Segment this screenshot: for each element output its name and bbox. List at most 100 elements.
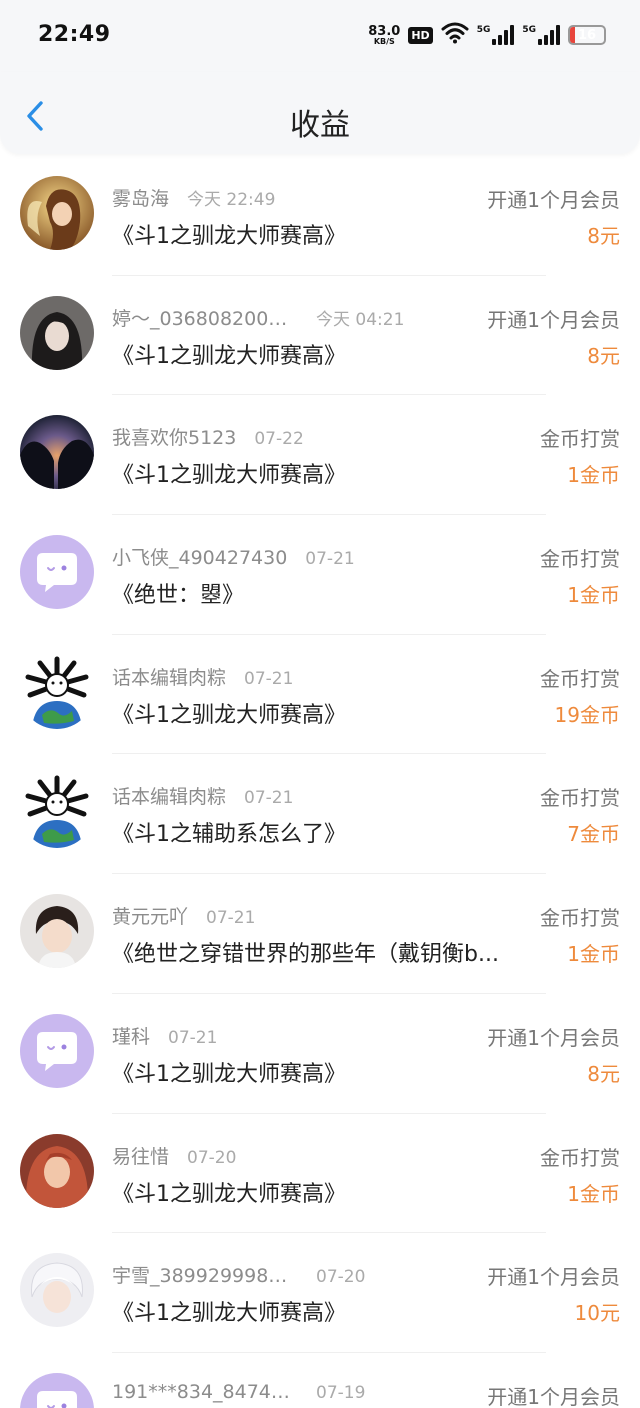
earnings-row[interactable]: 话本编辑肉粽 07-21 《斗1之辅助系怎么了》 金币打赏 7金币 <box>0 754 640 875</box>
status-indicators: 83.0 KB/S HD 5G 5G 16 <box>368 22 606 48</box>
earnings-row[interactable]: 雾岛海 今天 22:49 《斗1之驯龙大师赛高》 开通1个月会员 8元 <box>0 156 640 276</box>
user-name[interactable]: 191***834_84743... <box>112 1381 298 1403</box>
earnings-row[interactable]: 黄元元吖 07-21 《绝世之穿错世界的那些年（戴钥衡b... 金币打赏 1金币 <box>0 874 640 994</box>
earning-type: 金币打赏 <box>540 906 620 931</box>
sim1-network-label: 5G <box>476 25 491 35</box>
earnings-row[interactable]: 我喜欢你5123 07-22 《斗1之驯龙大师赛高》 金币打赏 1金币 <box>0 395 640 516</box>
book-title: 《绝世之穿错世界的那些年（戴钥衡b... <box>112 942 499 968</box>
record-time: 07-20 <box>316 1267 366 1288</box>
default-chat-bubble-avatar[interactable] <box>20 1013 94 1088</box>
record-time: 07-20 <box>187 1147 237 1168</box>
record-time: 今天 04:21 <box>316 309 405 330</box>
network-speed-value: 83.0 <box>368 23 401 39</box>
child-portrait-avatar[interactable] <box>20 894 94 969</box>
globe-dog-avatar[interactable] <box>20 774 94 849</box>
earnings-row[interactable]: 易往惜 07-20 《斗1之驯龙大师赛高》 金币打赏 1金币 <box>0 1114 640 1234</box>
earnings-row[interactable]: 小飞侠_490427430 07-21 《绝世：曌》 金币打赏 1金币 <box>0 515 640 635</box>
wifi-icon <box>441 22 469 48</box>
battery-icon: 16 <box>568 25 606 45</box>
user-name[interactable]: 婷～_0368082005... <box>112 304 298 331</box>
name-line: 易往惜 07-20 <box>112 1142 490 1169</box>
name-line: 瑾科 07-21 <box>112 1022 490 1049</box>
globe-dog-avatar-image <box>20 654 94 729</box>
user-name[interactable]: 我喜欢你5123 <box>112 423 236 450</box>
record-time: 07-21 <box>206 908 256 929</box>
record-time: 今天 22:49 <box>187 190 276 210</box>
sim2-signal-icon: 5G <box>522 25 560 45</box>
earning-amount: 1金币 <box>567 463 620 488</box>
earnings-row[interactable]: 宇雪_3899299982... 07-20 《斗1之驯龙大师赛高》 开通1个月… <box>0 1233 640 1353</box>
earnings-list: 雾岛海 今天 22:49 《斗1之驯龙大师赛高》 开通1个月会员 8元 婷～_0… <box>0 156 640 1408</box>
silhouette-couple-avatar[interactable] <box>20 415 94 490</box>
default-chat-bubble-avatar-image <box>20 1013 94 1088</box>
earning-amount: 8元 <box>587 1061 620 1086</box>
name-line: 黄元元吖 07-21 <box>112 902 490 929</box>
user-name[interactable]: 黄元元吖 <box>112 902 188 929</box>
book-title: 《斗1之驯龙大师赛高》 <box>112 702 346 728</box>
globe-dog-avatar-image <box>20 774 94 849</box>
book-title: 《斗1之驯龙大师赛高》 <box>112 1181 346 1207</box>
child-portrait-avatar-image <box>20 894 94 969</box>
book-title: 《斗1之驯龙大师赛高》 <box>112 463 346 489</box>
user-name[interactable]: 易往惜 <box>112 1142 169 1169</box>
battery-level: 16 <box>577 27 597 43</box>
record-time: 07-22 <box>254 429 304 450</box>
earning-type: 金币打赏 <box>540 1145 620 1170</box>
white-hair-boy-avatar-image <box>20 1253 94 1328</box>
dark-hair-girl-avatar[interactable] <box>20 295 94 370</box>
name-line: 小飞侠_490427430 07-21 <box>112 543 490 570</box>
globe-dog-avatar[interactable] <box>20 654 94 729</box>
network-speed: 83.0 KB/S <box>368 25 400 46</box>
name-line: 话本编辑肉粽 07-21 <box>112 782 490 809</box>
user-name[interactable]: 小飞侠_490427430 <box>112 543 287 570</box>
earning-amount: 19金币 <box>554 702 620 727</box>
default-chat-bubble-avatar[interactable] <box>20 1372 94 1408</box>
fairy-girl-avatar[interactable] <box>20 176 94 250</box>
red-hair-girl-avatar[interactable] <box>20 1133 94 1208</box>
earning-amount: 1金币 <box>567 583 620 608</box>
earning-type: 金币打赏 <box>540 547 620 572</box>
user-name[interactable]: 雾岛海 <box>112 184 169 211</box>
default-chat-bubble-avatar-image <box>20 1372 94 1408</box>
earning-type: 开通1个月会员 <box>487 188 620 212</box>
earning-amount: 10元 <box>574 1301 620 1326</box>
default-chat-bubble-avatar[interactable] <box>20 535 94 610</box>
book-title: 《绝世：曌》 <box>112 583 245 609</box>
book-title: 《斗1之驯龙大师赛高》 <box>112 343 346 369</box>
status-bar: 22:49 83.0 KB/S HD 5G 5G 16 <box>0 0 640 72</box>
earnings-row[interactable]: 婷～_0368082005... 今天 04:21 《斗1之驯龙大师赛高》 开通… <box>0 276 640 396</box>
earning-type: 金币打赏 <box>540 786 620 811</box>
name-line: 话本编辑肉粽 07-21 <box>112 663 490 690</box>
hd-voice-badge: HD <box>408 26 433 44</box>
record-time: 07-19 <box>316 1382 366 1403</box>
name-line: 雾岛海 今天 22:49 <box>112 184 490 211</box>
user-name[interactable]: 宇雪_3899299982... <box>112 1261 298 1288</box>
earnings-row[interactable]: 瑾科 07-21 《斗1之驯龙大师赛高》 开通1个月会员 8元 <box>0 994 640 1114</box>
book-title: 《斗1之驯龙大师赛高》 <box>112 224 346 249</box>
book-title: 《斗1之辅助系怎么了》 <box>112 822 346 848</box>
page-title: 收益 <box>290 108 350 143</box>
earning-amount: 7金币 <box>567 822 620 847</box>
name-line: 我喜欢你5123 07-22 <box>112 423 490 450</box>
sim2-network-label: 5G <box>522 25 536 35</box>
default-chat-bubble-avatar-image <box>20 535 94 610</box>
user-name[interactable]: 话本编辑肉粽 <box>112 663 226 690</box>
earning-type: 开通1个月会员 <box>487 1025 620 1050</box>
earning-amount: 8元 <box>587 343 620 368</box>
white-hair-boy-avatar[interactable] <box>20 1253 94 1328</box>
earning-type: 金币打赏 <box>540 427 620 452</box>
earning-type: 金币打赏 <box>540 666 620 691</box>
status-time: 22:49 <box>38 22 111 47</box>
earning-amount: 8元 <box>587 224 620 248</box>
dark-hair-girl-avatar-image <box>20 295 94 370</box>
name-line: 婷～_0368082005... 今天 04:21 <box>112 304 490 331</box>
user-name[interactable]: 瑾科 <box>112 1022 150 1049</box>
earning-type: 开通1个月会员 <box>487 1265 620 1290</box>
earnings-row[interactable]: 191***834_84743... 07-19 开通1个月会员 <box>0 1353 640 1408</box>
nav-bar: 收益 <box>0 72 640 154</box>
earning-type: 开通1个月会员 <box>487 1384 620 1408</box>
sim1-signal-icon: 5G <box>477 25 515 45</box>
earnings-row[interactable]: 话本编辑肉粽 07-21 《斗1之驯龙大师赛高》 金币打赏 19金币 <box>0 635 640 755</box>
user-name[interactable]: 话本编辑肉粽 <box>112 782 226 809</box>
earning-amount: 1金币 <box>567 1181 620 1206</box>
